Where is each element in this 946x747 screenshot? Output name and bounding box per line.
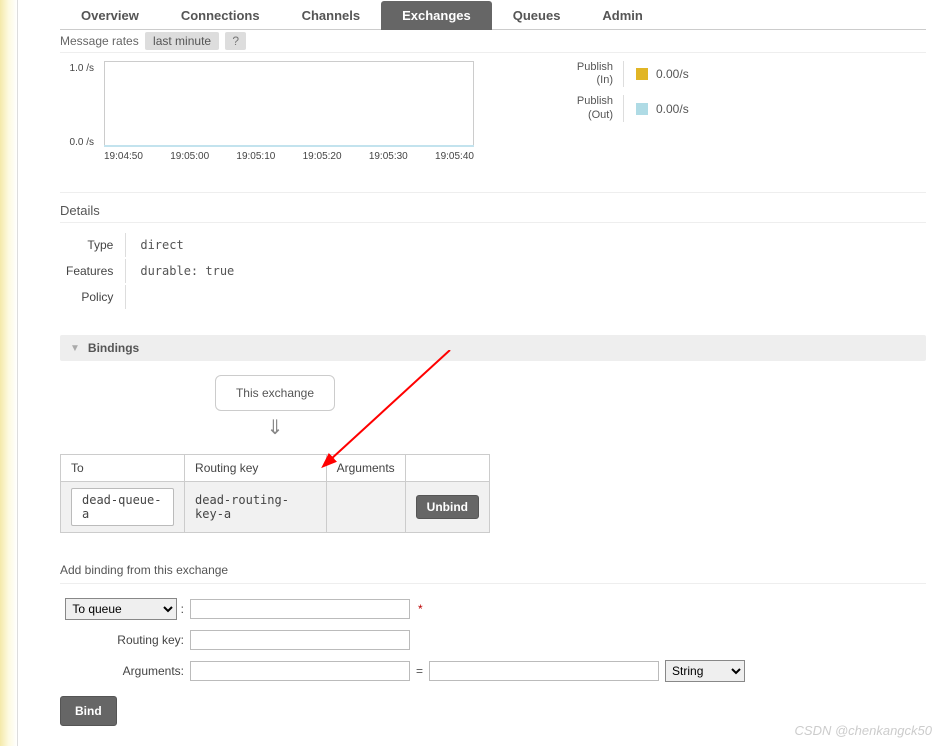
table-row: dead-queue-a dead-routing-key-a Unbind (61, 482, 490, 533)
x-tick: 19:04:50 (104, 151, 143, 162)
rates-chart-block: 1.0 /s 0.0 /s 19:04:50 19:05:00 19:05:10… (60, 53, 926, 193)
bindings-diagram: This exchange ⇓ (60, 375, 490, 444)
value-policy (128, 285, 246, 309)
this-exchange-box[interactable]: This exchange (215, 375, 335, 411)
tab-overview[interactable]: Overview (60, 1, 160, 30)
label-type: Type (66, 233, 126, 257)
tab-channels[interactable]: Channels (281, 1, 382, 30)
value-features: durable: true (128, 259, 246, 283)
label-policy: Policy (66, 285, 126, 309)
details-table: Typedirect Featuresdurable: true Policy (64, 231, 248, 311)
routing-key-label: Routing key: (60, 633, 190, 647)
argument-key-input[interactable] (190, 661, 410, 681)
swatch-publish-out (636, 103, 648, 115)
tab-exchanges[interactable]: Exchanges (381, 1, 492, 30)
binding-to-queue[interactable]: dead-queue-a (71, 488, 174, 526)
message-rates-label: Message rates (60, 34, 139, 48)
col-to: To (61, 455, 185, 482)
x-tick: 19:05:40 (435, 151, 474, 162)
col-args: Arguments (326, 455, 405, 482)
details-heading: Details (60, 193, 926, 223)
y-tick-max: 1.0 /s (70, 63, 94, 74)
bindings-table: To Routing key Arguments dead-queue-a de… (60, 454, 490, 533)
left-sidebar-stub (0, 0, 18, 746)
x-axis-labels: 19:04:50 19:05:00 19:05:10 19:05:20 19:0… (104, 147, 474, 162)
col-routing: Routing key (185, 455, 327, 482)
rates-interval-pill[interactable]: last minute (145, 32, 219, 50)
binding-routing-key: dead-routing-key-a (185, 482, 327, 533)
label-features: Features (66, 259, 126, 283)
help-icon[interactable]: ? (225, 32, 246, 50)
destination-type-select[interactable]: To queue (65, 598, 177, 620)
tab-admin[interactable]: Admin (581, 1, 663, 30)
arguments-label: Arguments: (60, 664, 190, 678)
x-tick: 19:05:30 (369, 151, 408, 162)
legend-label-publish-in: Publish(In) (514, 61, 624, 87)
argument-type-select[interactable]: String (665, 660, 745, 682)
bindings-header[interactable]: ▼ Bindings (60, 335, 926, 361)
legend-value-publish-in: 0.00/s (656, 67, 689, 81)
bindings-heading-text: Bindings (88, 341, 139, 355)
chart-legend: Publish(In) 0.00/s Publish(Out) 0.00/s (514, 61, 689, 130)
required-marker: * (418, 602, 423, 616)
legend-label-publish-out: Publish(Out) (514, 95, 624, 121)
tab-connections[interactable]: Connections (160, 1, 281, 30)
x-tick: 19:05:00 (170, 151, 209, 162)
col-action (405, 455, 489, 482)
x-tick: 19:05:20 (303, 151, 342, 162)
y-tick-min: 0.0 /s (70, 137, 94, 148)
tab-queues[interactable]: Queues (492, 1, 582, 30)
routing-key-input[interactable] (190, 630, 410, 650)
destination-name-input[interactable] (190, 599, 410, 619)
argument-value-input[interactable] (429, 661, 659, 681)
value-type: direct (128, 233, 246, 257)
main-tabs: Overview Connections Channels Exchanges … (60, 0, 926, 30)
chart-baseline (104, 145, 474, 147)
bind-button[interactable]: Bind (60, 696, 117, 726)
swatch-publish-in (636, 68, 648, 80)
legend-value-publish-out: 0.00/s (656, 102, 689, 116)
rates-chart (104, 61, 474, 147)
chevron-down-icon: ▼ (70, 343, 80, 354)
add-binding-heading: Add binding from this exchange (60, 533, 926, 584)
watermark: CSDN @chenkangck50 (795, 723, 932, 738)
message-rates-row: Message rates last minute ? (60, 30, 926, 53)
equals-sign: = (416, 664, 423, 678)
x-tick: 19:05:10 (236, 151, 275, 162)
unbind-button[interactable]: Unbind (416, 495, 479, 519)
down-arrow-icon: ⇓ (60, 411, 490, 444)
binding-args (326, 482, 405, 533)
